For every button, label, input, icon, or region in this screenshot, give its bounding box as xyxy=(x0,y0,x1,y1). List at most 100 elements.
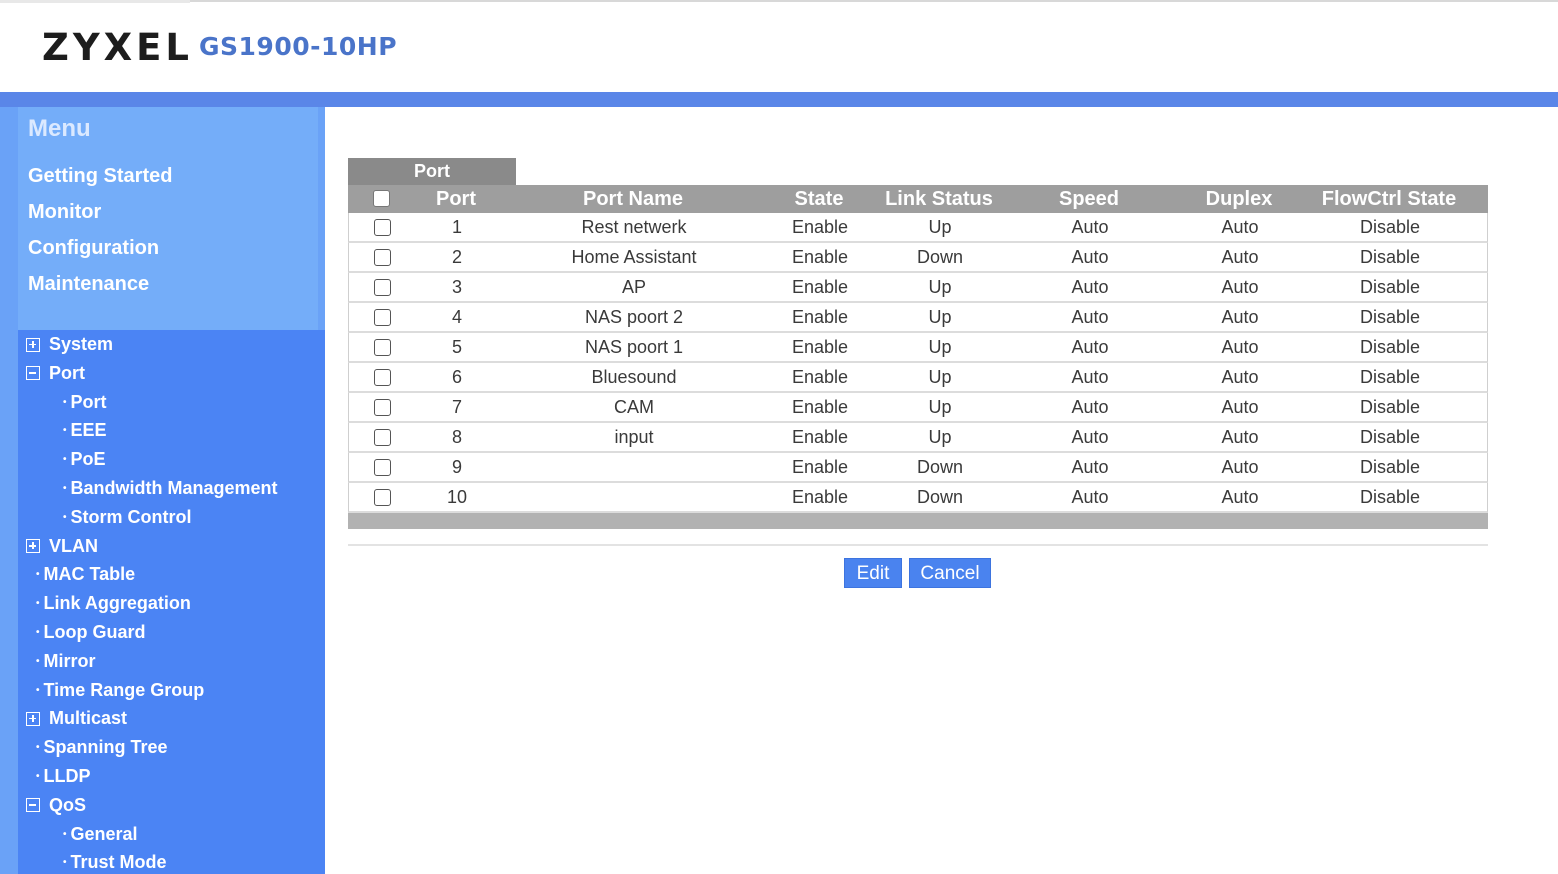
cell-link-status: Up xyxy=(928,307,952,327)
tree-item-label: Bandwidth Management xyxy=(70,478,278,498)
cell-state: Enable xyxy=(791,277,849,297)
tree-item-port[interactable]: • Port xyxy=(63,392,107,413)
row-checkbox[interactable] xyxy=(374,459,391,476)
row-checkbox[interactable] xyxy=(374,219,391,236)
cell-port-name: input xyxy=(614,427,654,447)
tree-item-multicast[interactable]: Multicast xyxy=(26,708,127,729)
header-accent-bar xyxy=(0,92,1558,107)
bullet-icon: • xyxy=(36,569,40,581)
table-row: 8 input Enable Up Auto Auto Disable xyxy=(348,423,1488,453)
column-header-state: State xyxy=(794,188,844,210)
tree-item-general[interactable]: • General xyxy=(63,824,138,845)
tree-item-time-range-group[interactable]: • Time Range Group xyxy=(36,680,204,701)
cancel-button[interactable]: Cancel xyxy=(909,558,991,588)
tree-item-loop-guard[interactable]: • Loop Guard xyxy=(36,622,146,643)
tree-item-mirror[interactable]: • Mirror xyxy=(36,651,96,672)
tree-item-spanning-tree[interactable]: • Spanning Tree xyxy=(36,737,168,758)
cell-speed: Auto xyxy=(1071,217,1109,237)
brand-logo: ZYXEL xyxy=(42,26,193,69)
cell-port: 6 xyxy=(451,367,462,387)
expand-icon[interactable] xyxy=(26,337,40,352)
tree-item-storm-control[interactable]: • Storm Control xyxy=(63,507,192,528)
tree-item-port[interactable]: Port xyxy=(26,363,85,384)
tree-item-label: EEE xyxy=(70,420,107,441)
cell-speed: Auto xyxy=(1071,457,1109,477)
bullet-icon: • xyxy=(63,454,67,466)
cell-flowctrl-state: Disable xyxy=(1359,217,1421,237)
column-header-duplex: Duplex xyxy=(1205,188,1273,210)
cell-port-name: CAM xyxy=(614,397,654,417)
cell-port-name xyxy=(534,483,734,511)
cell-duplex: Auto xyxy=(1221,277,1259,297)
bullet-icon: • xyxy=(36,598,40,610)
cell-port: 3 xyxy=(451,277,462,297)
table-row: 5 NAS poort 1 Enable Up Auto Auto Disable xyxy=(348,333,1488,363)
expand-icon[interactable] xyxy=(26,711,40,726)
column-header-port-name: Port Name xyxy=(582,188,684,210)
header-top-line xyxy=(0,0,1558,2)
tree-item-label: Port xyxy=(49,362,85,383)
cell-port-name: AP xyxy=(621,277,646,297)
select-all-checkbox[interactable] xyxy=(373,190,390,207)
cell-duplex: Auto xyxy=(1221,307,1259,327)
cell-duplex: Auto xyxy=(1221,397,1259,417)
cell-port: 1 xyxy=(451,217,462,237)
tree-item-qos[interactable]: QoS xyxy=(26,795,86,816)
collapse-icon[interactable] xyxy=(26,798,40,813)
cell-flowctrl-state: Disable xyxy=(1359,457,1421,477)
menu-link-getting-started[interactable]: Getting Started xyxy=(28,165,172,188)
cell-flowctrl-state: Disable xyxy=(1359,247,1421,267)
table-row: 9 Enable Down Auto Auto Disable xyxy=(348,453,1488,483)
cell-flowctrl-state: Disable xyxy=(1359,487,1421,507)
tree-item-lldp[interactable]: • LLDP xyxy=(36,766,91,787)
tree-item-link-aggregation[interactable]: • Link Aggregation xyxy=(36,593,191,614)
cell-duplex: Auto xyxy=(1221,457,1259,477)
tree-item-label: VLAN xyxy=(49,535,98,556)
bullet-icon: • xyxy=(63,857,67,869)
port-table: Port Port Name State Link Status Speed D… xyxy=(348,185,1488,529)
cell-port-name xyxy=(534,453,734,481)
row-checkbox[interactable] xyxy=(374,369,391,386)
row-checkbox[interactable] xyxy=(374,489,391,506)
cell-link-status: Up xyxy=(928,217,952,237)
cell-port: 9 xyxy=(451,457,462,477)
collapse-icon[interactable] xyxy=(26,366,40,381)
table-row: 7 CAM Enable Up Auto Auto Disable xyxy=(348,393,1488,423)
cell-port-name: Home Assistant xyxy=(571,247,697,267)
menu-link-configuration[interactable]: Configuration xyxy=(28,237,159,260)
row-checkbox[interactable] xyxy=(374,429,391,446)
cell-link-status: Up xyxy=(928,397,952,417)
cell-port: 4 xyxy=(451,307,462,327)
cell-state: Enable xyxy=(791,427,849,447)
edit-button[interactable]: Edit xyxy=(844,558,902,588)
expand-icon[interactable] xyxy=(26,539,40,554)
tree-item-mac-table[interactable]: • MAC Table xyxy=(36,564,135,585)
row-checkbox[interactable] xyxy=(374,279,391,296)
menu-link-maintenance[interactable]: Maintenance xyxy=(28,273,149,296)
cell-speed: Auto xyxy=(1071,247,1109,267)
row-checkbox[interactable] xyxy=(374,309,391,326)
tree-item-eee[interactable]: • EEE xyxy=(63,420,107,441)
bullet-icon: • xyxy=(36,742,40,754)
bullet-icon: • xyxy=(63,425,67,437)
cell-duplex: Auto xyxy=(1221,247,1259,267)
tree-item-label: Loop Guard xyxy=(43,622,146,642)
tree-item-trust-mode[interactable]: • Trust Mode xyxy=(63,852,167,873)
cell-speed: Auto xyxy=(1071,337,1109,357)
tree-item-system[interactable]: System xyxy=(26,334,113,355)
port-table-body: 1 Rest netwerk Enable Up Auto Auto Disable 2 Hom… xyxy=(348,213,1488,513)
tree-item-vlan[interactable]: VLAN xyxy=(26,536,98,557)
row-checkbox[interactable] xyxy=(374,249,391,266)
cell-port-name: Rest netwerk xyxy=(581,217,687,237)
cell-port: 7 xyxy=(451,397,462,417)
menu-link-monitor[interactable]: Monitor xyxy=(28,201,101,224)
tree-item-poe[interactable]: • PoE xyxy=(63,449,106,470)
cell-state: Enable xyxy=(791,337,849,357)
bullet-icon: • xyxy=(36,771,40,782)
tree-item-bandwidth-management[interactable]: • Bandwidth Management xyxy=(63,478,278,499)
menu-title: Menu xyxy=(28,115,91,142)
cell-state: Enable xyxy=(791,247,849,267)
row-checkbox[interactable] xyxy=(374,399,391,416)
bullet-icon: • xyxy=(63,828,67,840)
row-checkbox[interactable] xyxy=(374,339,391,356)
